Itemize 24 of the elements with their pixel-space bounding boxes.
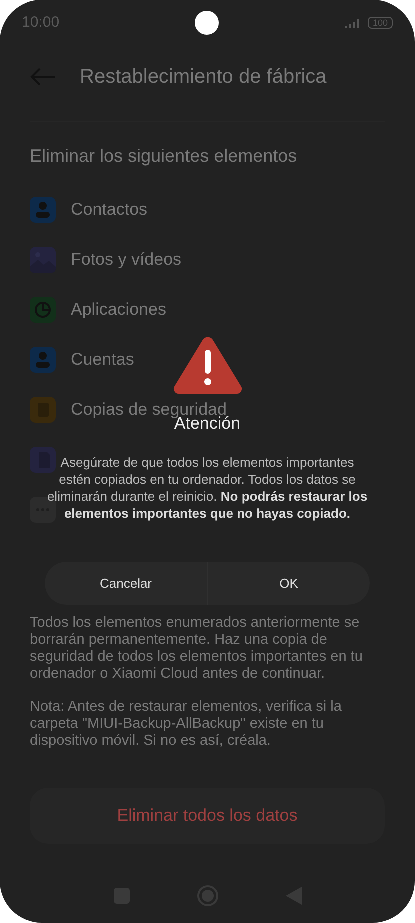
item-label[interactable]: Contactos	[71, 200, 148, 220]
home-nav-icon[interactable]	[196, 885, 218, 907]
info-text: Todos los elementos enumerados anteriormente se borrarán permanentemente. Haz una copia de seguridad de todos los elementos importantes en tu ordenador o Xiaomi Cloud antes de continuar.	[30, 615, 364, 683]
back-nav-icon[interactable]	[286, 887, 302, 905]
cancel-button[interactable]: Cancelar	[45, 562, 207, 605]
delete-all-button[interactable]: Eliminar todos los datos	[30, 788, 385, 844]
dialog-message: Asegúrate de que todos los elementos importantes estén copiados en tu ordenador. Todos los datos se eliminarán durante el reinicio. No podrás restaurar los elementos importantes que no hayas copiado.	[46, 454, 369, 522]
page-title: Restablecimiento de fábrica	[80, 66, 327, 88]
ok-button[interactable]: OK	[207, 562, 370, 605]
image-icon	[30, 247, 56, 273]
warning-icon	[172, 336, 242, 394]
item-label[interactable]: Aplicaciones	[71, 300, 166, 320]
note-text: Nota: Antes de restaurar elementos, verifica si la carpeta "MIUI-Backup-AllBackup" existe en tu dispositivo móvil. Si no es así, créala.	[30, 699, 343, 750]
sd-card-icon	[30, 447, 56, 473]
person-icon	[30, 197, 56, 223]
status-time: 10:00	[22, 14, 60, 31]
section-title: Eliminar los siguientes elementos	[29, 145, 298, 167]
person-icon	[30, 347, 56, 373]
copy-icon	[30, 397, 56, 423]
camera-hole	[195, 11, 219, 35]
square-nav-icon[interactable]	[114, 888, 130, 904]
item-label[interactable]: Cuentas	[71, 350, 134, 370]
pie-chart-icon	[30, 297, 56, 323]
item-label[interactable]: Fotos y vídeos	[71, 250, 182, 270]
